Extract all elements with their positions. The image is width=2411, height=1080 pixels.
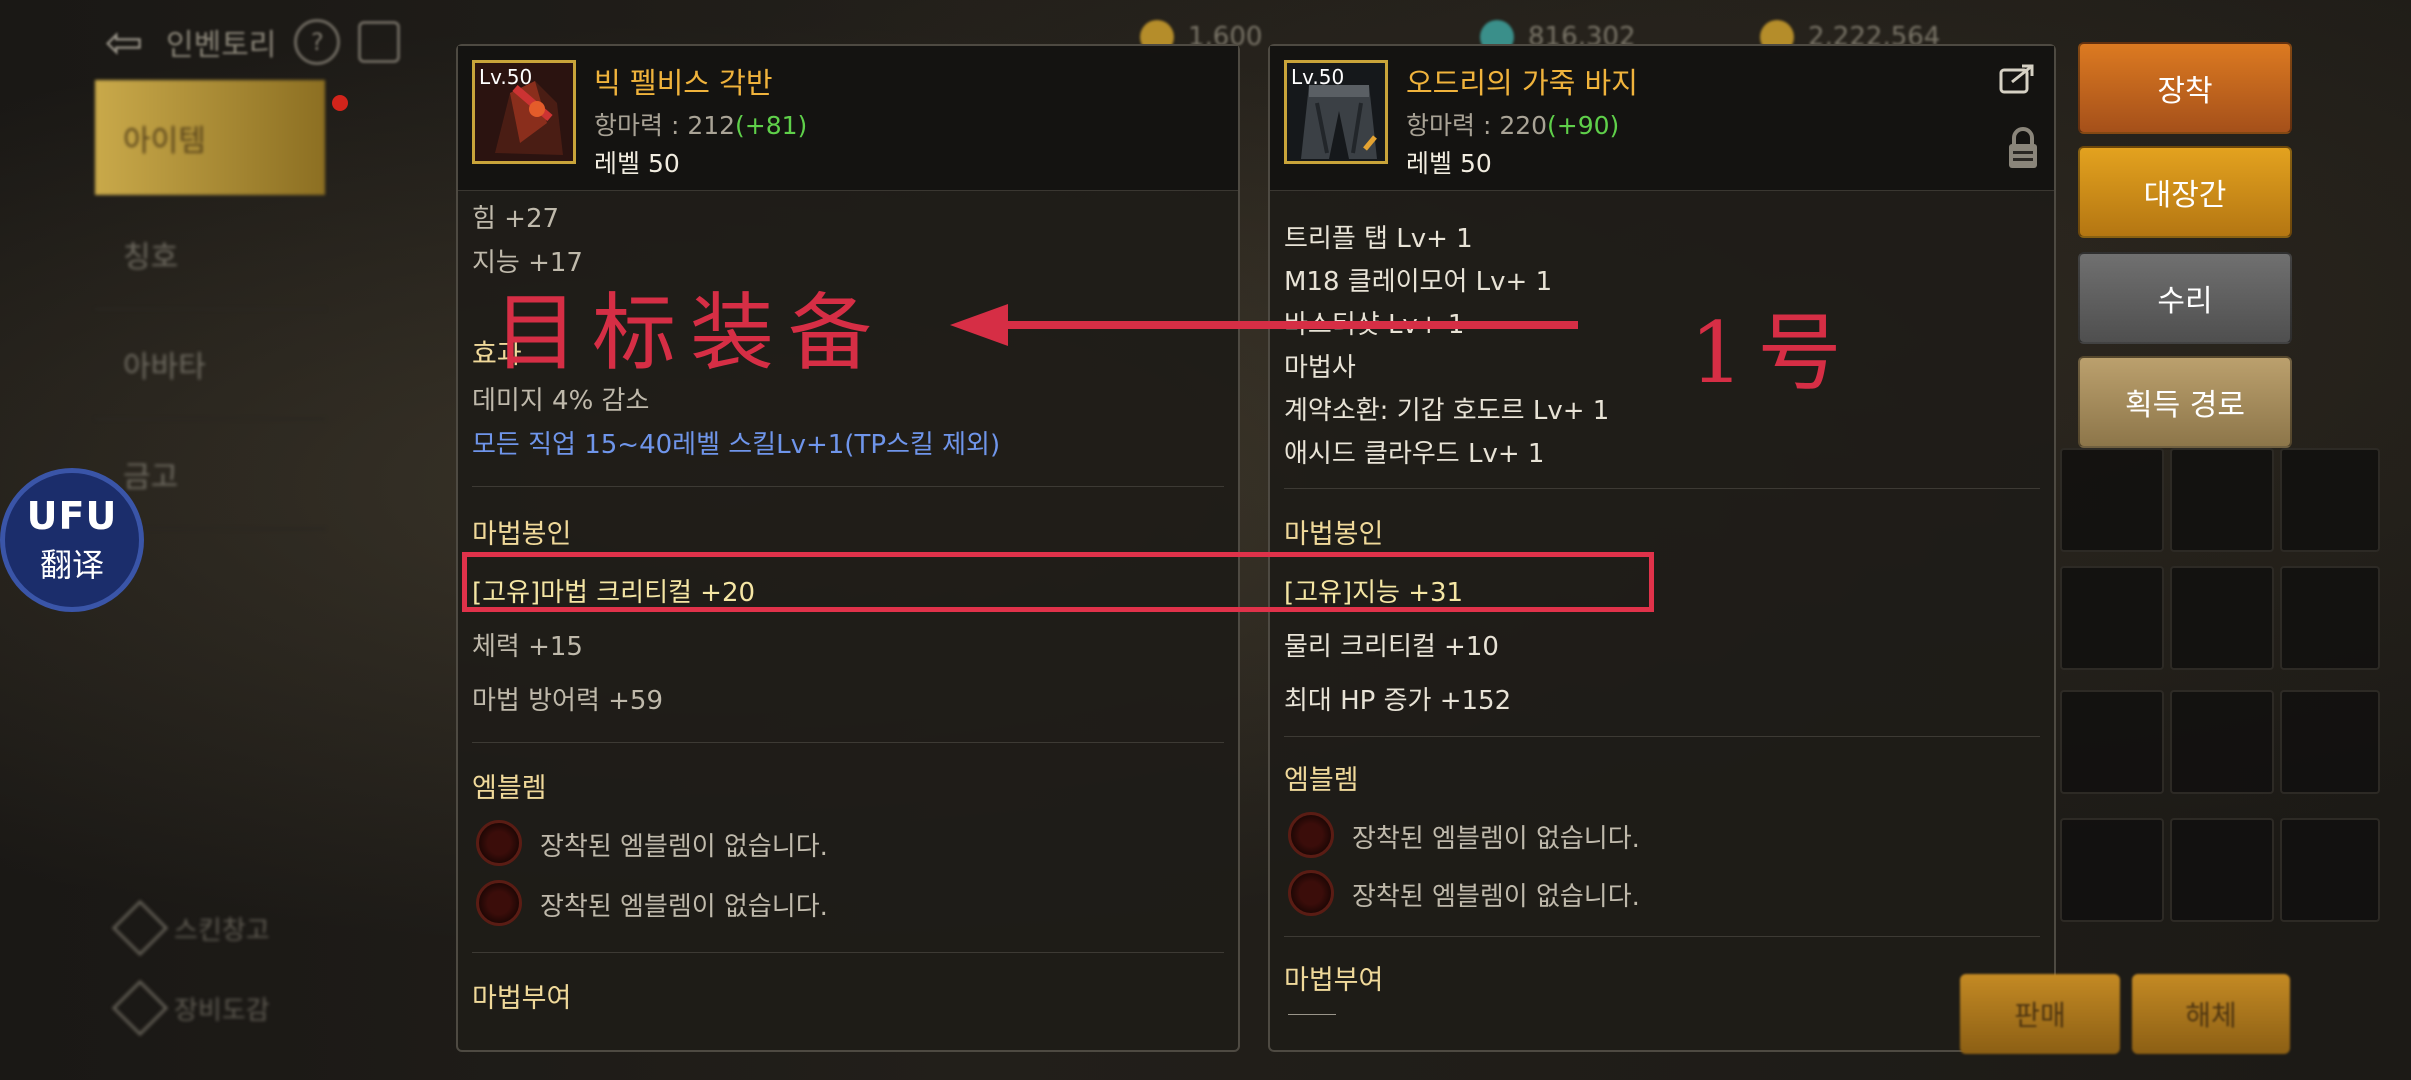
compared-item-panel: Lv.50 오드리의 가죽 바지 항마력 : 220(+90) 레벨 50 트리… [1268, 44, 2056, 1052]
enchant-section-title: 마법부여 [1284, 965, 1384, 996]
divider [1284, 736, 2040, 737]
highlight-annotation-box [462, 552, 1654, 612]
item-header: Lv.50 빅 펠비스 각반 항마력 : 212(+81) 레벨 50 [458, 46, 1238, 191]
inventory-slot[interactable] [2060, 690, 2164, 794]
emblem-slot-icon[interactable] [1288, 870, 1334, 916]
arrow-annotation-icon [950, 304, 1578, 346]
emblem-empty-2: 장착된 엠블렘이 없습니다. [540, 892, 828, 922]
emblem-slot-icon[interactable] [476, 880, 522, 926]
stat-strength: 힘 +27 [472, 204, 560, 234]
effect-skill-bonus: 모든 직업 15~40레벨 스킬Lv+1(TP스킬 제외) [472, 430, 1001, 460]
back-arrow-icon[interactable]: ⇦ [100, 15, 148, 69]
equip-button[interactable]: 장착 [2078, 42, 2292, 134]
skill-contract-summon: 계약소환: 기갑 호도르 Lv+ 1 [1284, 396, 1610, 426]
item-level-badge: Lv.50 [479, 65, 533, 89]
emblem-section-title: 엠블렘 [472, 773, 547, 804]
inventory-slot[interactable] [2060, 448, 2164, 552]
emblem-slot-icon[interactable] [1288, 812, 1334, 858]
item-magic-resist: 항마력 : 212(+81) [594, 111, 808, 140]
inventory-slot[interactable] [2170, 566, 2274, 670]
inventory-slot[interactable] [2280, 818, 2380, 922]
inventory-slot[interactable] [2280, 566, 2380, 670]
enchant-section-title: 마법부여 [472, 983, 572, 1014]
magic-seal-title: 마법봉인 [1284, 519, 1384, 550]
sidebar-item-avatar[interactable]: 아바타 [95, 310, 325, 420]
skin-storage-button[interactable]: 스킨창고 [111, 899, 270, 957]
item-magic-resist: 항마력 : 220(+90) [1406, 111, 1620, 140]
seal-magic-defense: 마법 방어력 +59 [472, 686, 663, 716]
item-header: Lv.50 오드리의 가죽 바지 항마력 : 220(+90) 레벨 50 [1270, 46, 2054, 191]
divider [1284, 488, 2040, 489]
seal-max-hp: 최대 HP 증가 +152 [1284, 686, 1512, 716]
inventory-slot[interactable] [2170, 690, 2274, 794]
divider [1284, 936, 2040, 937]
disassemble-button[interactable]: 해체 [2132, 974, 2290, 1054]
sidebar-item-titles[interactable]: 칭호 [95, 200, 325, 310]
item-thumbnail: Lv.50 [472, 60, 576, 164]
divider [472, 952, 1224, 953]
emblem-slot-icon[interactable] [476, 820, 522, 866]
item-required-level: 레벨 50 [594, 149, 680, 178]
emblem-section-title: 엠블렘 [1284, 765, 1359, 796]
emblem-empty-2: 장착된 엠블렘이 없습니다. [1352, 882, 1640, 912]
repair-button[interactable]: 수리 [2078, 252, 2292, 344]
sidebar-item-items[interactable]: 아이템 [95, 80, 325, 195]
divider [472, 486, 1224, 487]
inventory-slot[interactable] [2170, 818, 2274, 922]
skill-triple-tap: 트리플 탭 Lv+ 1 [1284, 224, 1473, 254]
sort-icon[interactable] [358, 21, 401, 63]
target-equipment-annotation: 目标装备 [494, 284, 887, 382]
translator-label: 翻译 [39, 546, 104, 584]
item-name: 오드리의 가죽 바지 [1406, 66, 1638, 100]
inventory-title: 인벤토리 [166, 28, 277, 63]
inventory-slot[interactable] [2170, 448, 2274, 552]
inventory-slot[interactable] [2280, 690, 2380, 794]
codex-icon [111, 979, 169, 1037]
translator-floating-button[interactable]: UFU 翻译 [0, 468, 144, 612]
skill-m18-claymore: M18 클레이모어 Lv+ 1 [1284, 267, 1553, 297]
item-level-badge: Lv.50 [1291, 65, 1345, 89]
emblem-empty-1: 장착된 엠블렘이 없습니다. [540, 832, 828, 862]
skin-storage-icon [111, 899, 169, 957]
notification-dot [332, 95, 348, 111]
magic-seal-title: 마법봉인 [472, 519, 572, 550]
divider [472, 742, 1224, 743]
inventory-header: ⇦ 인벤토리 ? [100, 12, 401, 72]
class-mage: 마법사 [1284, 353, 1356, 383]
acquisition-path-button[interactable]: 획득 경로 [2078, 356, 2292, 448]
item-name: 빅 펠비스 각반 [594, 66, 773, 100]
sell-button[interactable]: 판매 [1960, 974, 2120, 1054]
seal-physical-crit: 물리 크리티컬 +10 [1284, 632, 1499, 662]
equipment-codex-button[interactable]: 장비도감 [111, 979, 270, 1037]
skill-acid-cloud: 애시드 클라우드 Lv+ 1 [1284, 439, 1545, 469]
inventory-slot[interactable] [2060, 818, 2164, 922]
item-required-level: 레벨 50 [1406, 149, 1492, 178]
seal-vitality: 체력 +15 [472, 632, 583, 662]
number-one-annotation: 1号 [1690, 304, 1856, 402]
inventory-slot[interactable] [2060, 566, 2164, 670]
lock-icon[interactable] [2006, 126, 2040, 170]
translator-logo: UFU [26, 494, 118, 538]
smithy-button[interactable]: 대장간 [2078, 146, 2292, 238]
emblem-empty-1: 장착된 엠블렘이 없습니다. [1352, 824, 1640, 854]
target-item-panel: Lv.50 빅 펠비스 각반 항마력 : 212(+81) 레벨 50 힘 +2… [456, 44, 1240, 1052]
item-thumbnail: Lv.50 [1284, 60, 1388, 164]
share-icon[interactable] [1998, 62, 2038, 96]
inventory-slot[interactable] [2280, 448, 2380, 552]
help-icon[interactable]: ? [294, 19, 341, 65]
divider [1288, 1014, 1336, 1015]
